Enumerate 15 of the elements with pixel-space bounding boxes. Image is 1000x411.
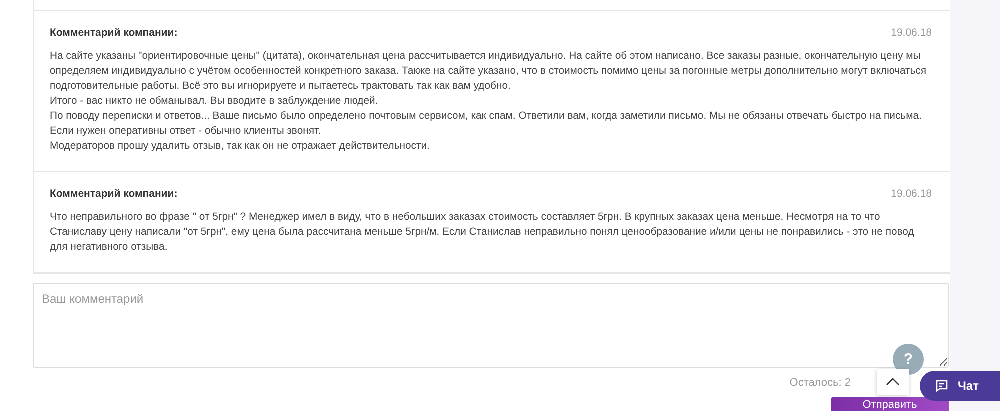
scroll-up-button[interactable] — [877, 369, 909, 395]
comment-text: Модераторов прошу удалить отзыв, так как он не отражает действительности. — [50, 140, 431, 154]
comment-text: По поводу переписки и ответов... Ваше письмо было определено почтовым сервисом, как спам. Ответили вам, когда заметили письмо. Мы не обязаны отвечать быстро на письма. Если нужен оперативны ответ - обычно клиенты звонят. — [50, 110, 923, 139]
chat-icon — [936, 380, 948, 392]
comment-title: Комментарий компании: — [50, 188, 178, 200]
chevron-up-icon — [886, 378, 900, 386]
comment-text: На сайте указаны "ориентировочные цены" (цитата), окончательная цена рассчитывается индивидуально. На сайте об этом написано. Все заказы разные, окончательную цену мы определяем индивидуально с учётом особенностей конкретного заказа. Также на сайте указано, что в стоимость помимо цены за погонные метры дополнительно могут включаться подготовительные работы. Всё это вы игнорируете и пытаетесь трактовать так как вам удобно. — [50, 50, 928, 94]
comment-date: 19.06.18 — [891, 188, 932, 200]
comment-title: Комментарий компании: — [50, 27, 178, 39]
comment-date: 19.06.18 — [891, 27, 932, 39]
character-counter: Осталось: 2 — [790, 377, 851, 389]
comment-text: Что неправильного во фразе " от 5грн" ? Менеджер имел в виду, что в небольших заказах стоимость составляет 5грн. В крупных заказах цена меньше. Несмотря на то что Станиславу цену написали "от 5грн", ему цена была рассчитана меньше 5грн/м. Если Станислав неправильно понял ценообразование и/или цены не понравились - это не повод для негативного отзыва. — [50, 211, 916, 255]
comment-text: Итого - вас никто не обманывал. Вы вводите в заблуждение людей. — [50, 95, 380, 109]
chat-button[interactable]: Чат — [920, 371, 1000, 401]
submit-button[interactable]: Отправить — [831, 397, 949, 411]
